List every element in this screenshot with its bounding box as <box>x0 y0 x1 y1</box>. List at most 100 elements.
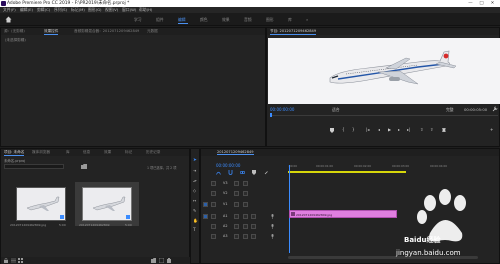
toggle-output-icon[interactable] <box>243 181 248 186</box>
toggle-sync-lock-icon[interactable] <box>211 234 216 239</box>
track-header-v3[interactable]: V3 <box>201 180 285 188</box>
source-patch-v1[interactable] <box>203 202 208 207</box>
add-marker-icon[interactable] <box>252 170 256 175</box>
mute-track-icon[interactable] <box>243 214 248 219</box>
close-button[interactable]: ✕ <box>488 0 497 7</box>
maximize-button[interactable]: □ <box>477 0 486 7</box>
nest-toggle-icon[interactable] <box>216 170 221 175</box>
timeline-clip[interactable]: 2012071209462849.jpg <box>289 210 397 218</box>
solo-track-icon[interactable] <box>251 224 256 229</box>
mark-out-icon[interactable]: } <box>352 127 355 132</box>
step-back-icon[interactable]: ◂ <box>378 127 380 132</box>
tab-sequence[interactable]: 2012071209462849 <box>217 150 254 155</box>
microphone-icon[interactable] <box>271 234 274 239</box>
tab-media-browser[interactable]: 媒体浏览器 <box>32 150 50 155</box>
workspace-color[interactable]: 颜色 <box>200 17 208 23</box>
track-header-a2[interactable]: A2 <box>201 223 285 231</box>
project-item-thumbnail[interactable] <box>16 187 66 221</box>
track-header-a3[interactable]: A3 <box>201 233 285 241</box>
clear-trash-icon[interactable] <box>167 258 171 263</box>
tab-effects[interactable]: 效果 <box>104 150 111 155</box>
track-header-v2[interactable]: V2 <box>201 190 285 198</box>
toggle-output-icon[interactable] <box>243 202 248 207</box>
go-to-in-icon[interactable]: |◂ <box>366 127 369 132</box>
linked-selection-icon[interactable] <box>240 170 245 175</box>
new-item-icon[interactable] <box>159 258 164 263</box>
source-patch-a1[interactable] <box>203 214 208 219</box>
play-icon[interactable]: ▶ <box>388 127 391 132</box>
program-timecode[interactable]: 00:00:00:00 <box>270 107 294 112</box>
list-view-icon[interactable] <box>11 258 16 263</box>
add-marker-icon[interactable] <box>330 128 334 133</box>
extract-icon[interactable]: ⇪ <box>430 127 433 132</box>
slip-tool-icon[interactable]: ↔ <box>193 198 196 203</box>
toggle-sync-lock-icon[interactable] <box>211 181 216 186</box>
toggle-output-icon[interactable] <box>243 191 248 196</box>
tab-history[interactable]: 历史记录 <box>146 150 160 155</box>
lock-track-icon[interactable] <box>234 191 239 196</box>
workspace-libraries[interactable]: 库 <box>288 17 292 23</box>
tab-effect-controls[interactable]: 效果控件 <box>44 29 59 35</box>
lock-track-icon[interactable] <box>234 181 239 186</box>
workspace-assembly[interactable]: 组件 <box>156 17 164 23</box>
folder-icon[interactable] <box>81 164 87 169</box>
home-icon[interactable] <box>5 16 12 23</box>
timeline-settings-icon[interactable] <box>264 170 269 175</box>
settings-wrench-icon[interactable] <box>492 106 498 112</box>
timeline-playhead[interactable] <box>289 165 290 253</box>
lock-track-icon[interactable] <box>234 214 239 219</box>
program-scrubber[interactable] <box>270 115 498 116</box>
go-to-out-icon[interactable]: ▸| <box>407 127 410 132</box>
lock-track-icon[interactable] <box>234 224 239 229</box>
icon-view-icon[interactable] <box>18 258 23 263</box>
quality-dropdown[interactable]: 完整 <box>446 107 454 113</box>
microphone-icon[interactable] <box>271 214 274 219</box>
project-search-input[interactable] <box>4 164 64 169</box>
workspace-effects[interactable]: 效果 <box>222 17 230 23</box>
workspace-audio[interactable]: 音频 <box>244 17 252 23</box>
solo-track-icon[interactable] <box>251 234 256 239</box>
new-bin-icon[interactable] <box>151 258 156 263</box>
mark-in-icon[interactable]: { <box>342 127 345 132</box>
pen-tool-icon[interactable]: ✎ <box>193 208 196 213</box>
snap-icon[interactable] <box>228 170 233 175</box>
track-header-v1[interactable]: V1 <box>201 201 285 209</box>
minimize-button[interactable]: — <box>466 0 475 7</box>
mute-track-icon[interactable] <box>243 234 248 239</box>
razor-tool-icon[interactable]: ◇ <box>193 188 196 193</box>
lock-track-icon[interactable] <box>234 202 239 207</box>
project-item-selected[interactable] <box>75 182 139 226</box>
toggle-sync-lock-icon[interactable] <box>211 224 216 229</box>
tab-source[interactable]: 源：(无剪辑) <box>4 29 25 34</box>
ripple-edit-tool-icon[interactable]: ⟛ <box>193 178 197 183</box>
project-item-name[interactable]: 2012071209462849.jpg <box>10 223 46 227</box>
tab-markers[interactable]: 标记 <box>125 150 132 155</box>
tab-program[interactable]: 节目: 2012071209462849 <box>270 29 317 35</box>
track-header-a1[interactable]: A1 <box>201 213 285 221</box>
tab-audio-clip-mixer[interactable]: 音频剪辑混合器：2012071209462849 <box>74 29 139 34</box>
step-forward-icon[interactable]: ▸ <box>398 127 400 132</box>
mute-track-icon[interactable] <box>243 224 248 229</box>
type-tool-icon[interactable]: T <box>193 228 196 233</box>
track-select-tool-icon[interactable]: ⇥ <box>193 168 196 173</box>
toggle-sync-lock-icon[interactable] <box>211 214 216 219</box>
microphone-icon[interactable] <box>271 224 274 229</box>
button-editor-icon[interactable]: + <box>490 127 493 132</box>
lock-track-icon[interactable] <box>234 234 239 239</box>
solo-track-icon[interactable] <box>251 214 256 219</box>
program-playhead[interactable] <box>270 113 272 117</box>
tab-libraries[interactable]: 库 <box>66 150 70 155</box>
lift-icon[interactable]: ⇧ <box>420 127 423 132</box>
hand-tool-icon[interactable]: ✋ <box>193 218 198 223</box>
lock-icon[interactable] <box>4 258 8 263</box>
workspace-more[interactable]: » <box>306 17 308 22</box>
selection-tool-icon[interactable]: ➤ <box>193 158 197 163</box>
tab-project[interactable]: 项目: 未命名 <box>4 150 25 156</box>
export-frame-icon[interactable]: ◙ <box>442 127 446 132</box>
fit-dropdown[interactable]: 适合 <box>332 107 340 113</box>
timeline-timecode[interactable]: 00:00:00:00 <box>216 163 240 168</box>
project-item-name[interactable]: 2012071209462849 <box>79 223 110 227</box>
toggle-sync-lock-icon[interactable] <box>211 191 216 196</box>
toggle-sync-lock-icon[interactable] <box>211 202 216 207</box>
timeline-ruler[interactable]: :00:00 00:00:01:00 00:00:02:00 00:00:03:… <box>286 162 500 176</box>
